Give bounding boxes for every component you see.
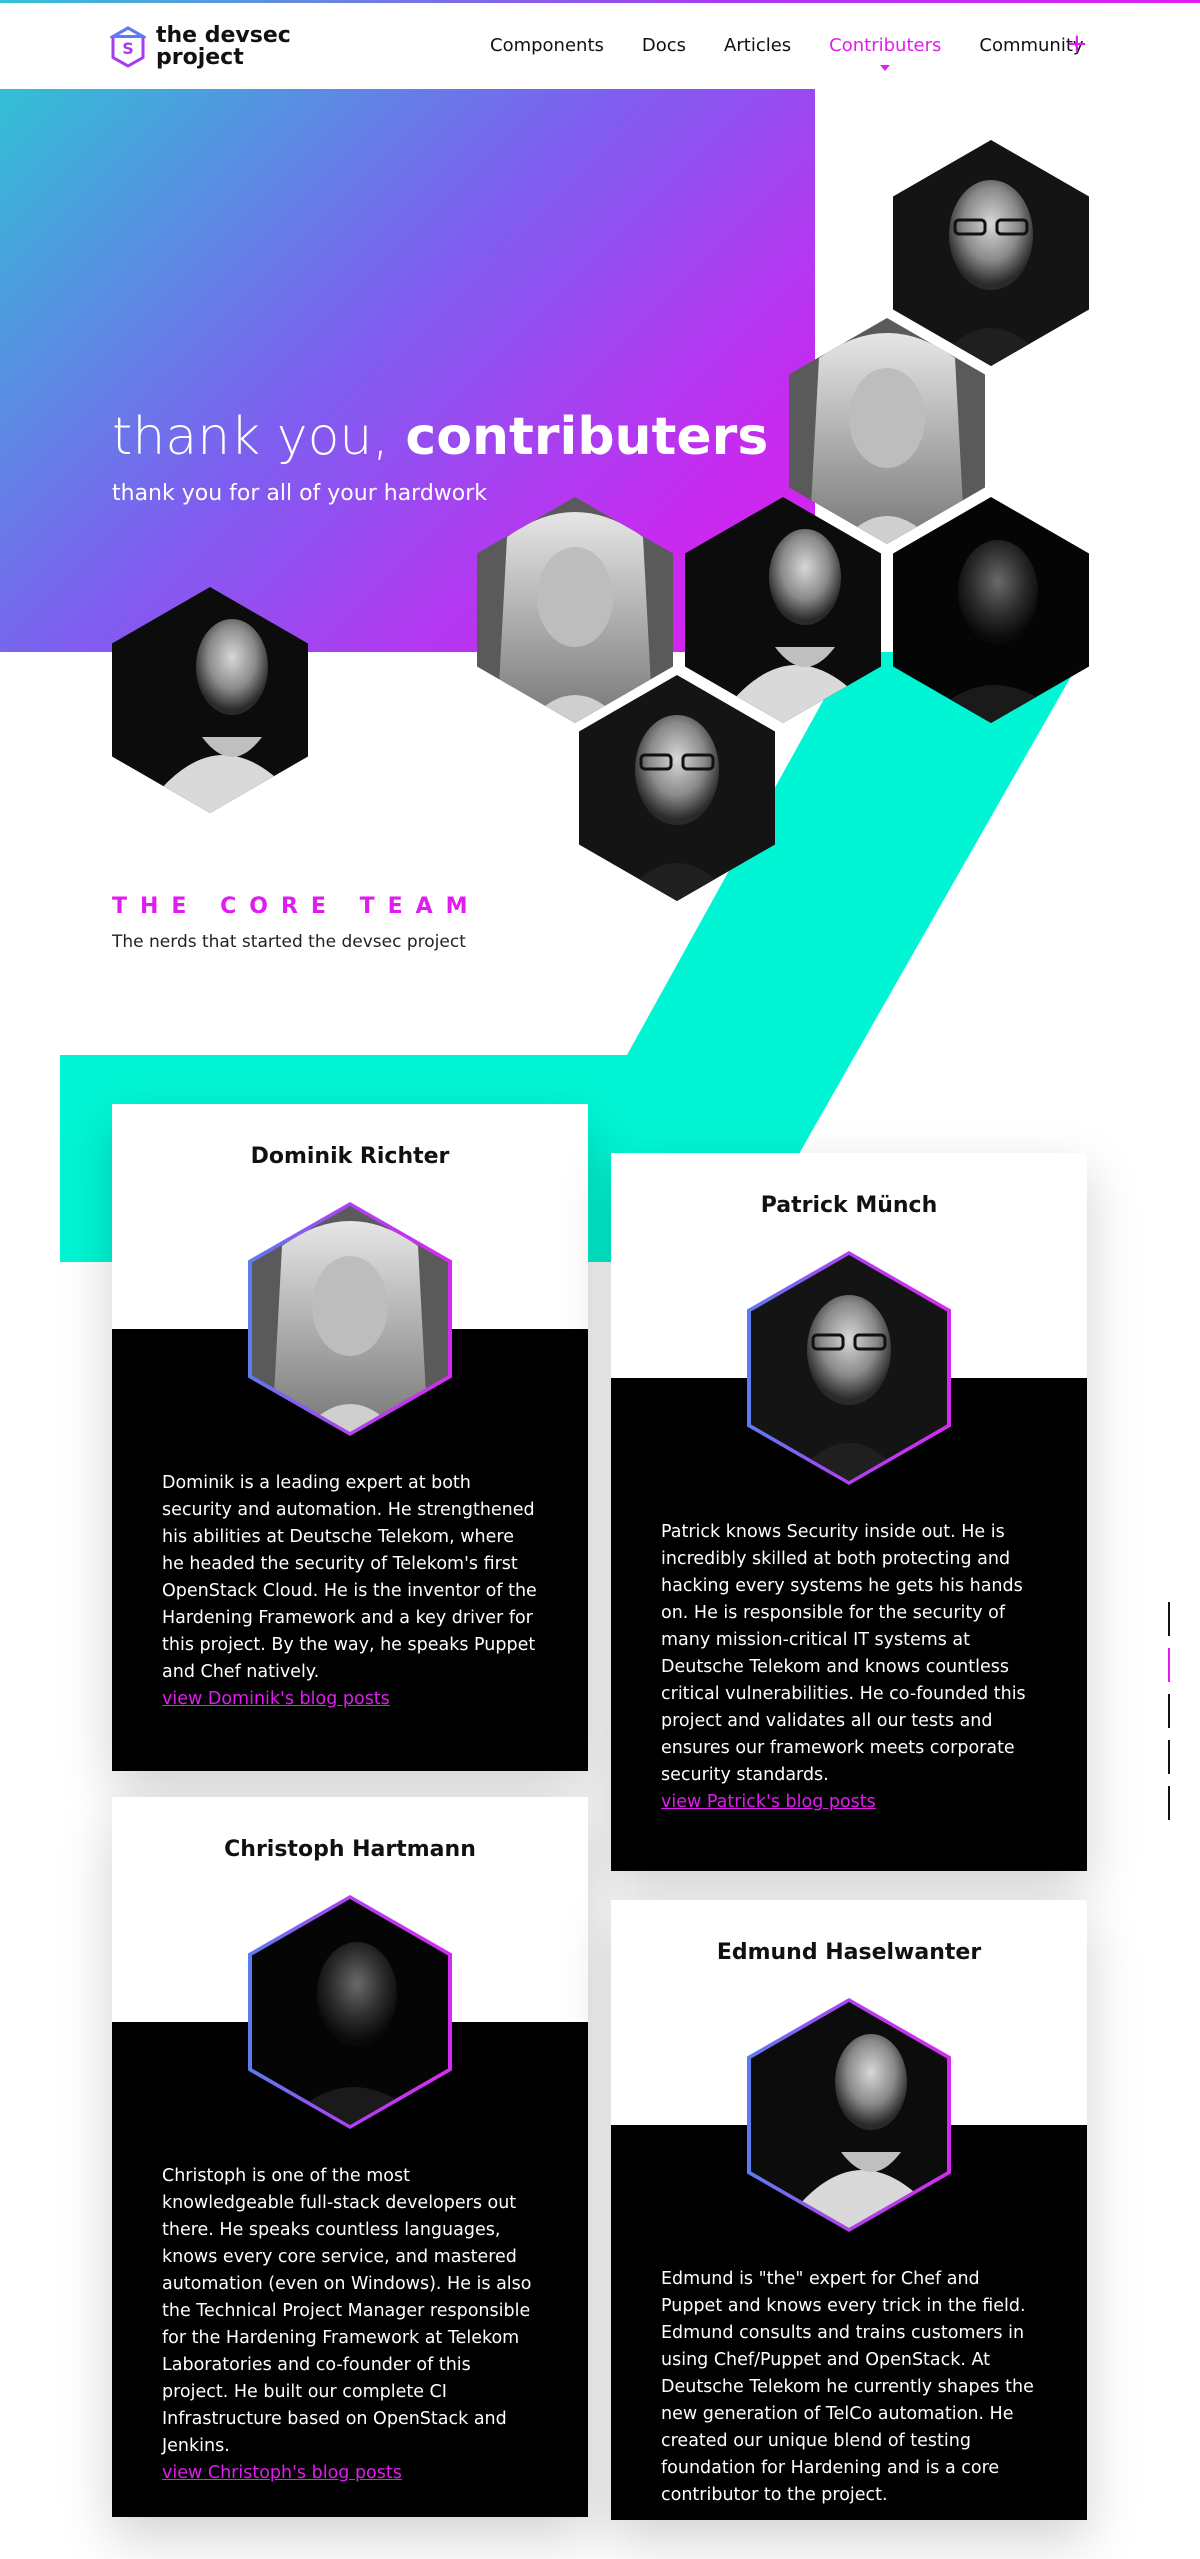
blog-posts-link[interactable]: view Dominik's blog posts bbox=[162, 1686, 538, 1713]
card-name: Dominik Richter bbox=[250, 1144, 450, 1169]
hero-subtitle: thank you for all of your hardwork bbox=[112, 481, 488, 506]
section-subtitle: The nerds that started the devsec projec… bbox=[112, 932, 466, 952]
card-name: Christoph Hartmann bbox=[224, 1837, 476, 1862]
card-bio: Patrick knows Security inside out. He is… bbox=[661, 1522, 1026, 1785]
hero-title: thank you, contributers bbox=[112, 407, 769, 467]
section-indicator-5[interactable] bbox=[1168, 1786, 1170, 1820]
nav-contributers[interactable]: Contributers bbox=[829, 35, 941, 71]
card-name: Patrick Münch bbox=[760, 1193, 938, 1218]
team-card-patrick: Patrick Münch Patrick knows Security ins… bbox=[611, 1153, 1087, 1871]
section-indicator-1[interactable] bbox=[1168, 1602, 1170, 1636]
blog-posts-link[interactable]: view Patrick's blog posts bbox=[661, 1789, 1037, 1816]
team-card-edmund: Edmund Haselwanter Edmund is "the" exper… bbox=[611, 1900, 1087, 2520]
logo-hexagon-icon: S bbox=[110, 26, 146, 68]
main-nav: Components Docs Articles Contributers Co… bbox=[490, 35, 1122, 71]
team-card-christoph: Christoph Hartmann Christoph is one of t… bbox=[112, 1797, 588, 2517]
section-title: THE CORE TEAM bbox=[112, 894, 481, 919]
card-name: Edmund Haselwanter bbox=[716, 1940, 982, 1965]
card-avatar bbox=[248, 1895, 452, 2129]
nav-docs[interactable]: Docs bbox=[642, 35, 686, 56]
card-avatar bbox=[747, 1998, 951, 2232]
card-bio: Edmund is "the" expert for Chef and Pupp… bbox=[661, 2269, 1034, 2505]
nav-components[interactable]: Components bbox=[490, 35, 604, 56]
section-indicator-3[interactable] bbox=[1168, 1694, 1170, 1728]
team-card-dominik: Dominik Richter Dominik is a leading exp… bbox=[112, 1104, 588, 1771]
site-header: S the devsec project Components Docs Art… bbox=[0, 3, 1200, 89]
section-indicator-2[interactable] bbox=[1168, 1648, 1170, 1682]
site-logo[interactable]: S the devsec project bbox=[110, 25, 291, 69]
section-indicator-4[interactable] bbox=[1168, 1740, 1170, 1774]
card-avatar bbox=[248, 1202, 452, 1436]
card-bio: Dominik is a leading expert at both secu… bbox=[162, 1473, 537, 1682]
card-bio: Christoph is one of the most knowledgeab… bbox=[162, 2166, 532, 2456]
card-avatar bbox=[747, 1251, 951, 1485]
blog-posts-link[interactable]: view Christoph's blog posts bbox=[162, 2460, 538, 2487]
nav-articles[interactable]: Articles bbox=[724, 35, 791, 56]
logo-text: the devsec project bbox=[156, 23, 291, 70]
svg-text:S: S bbox=[122, 39, 134, 58]
plus-icon[interactable]: + bbox=[1066, 31, 1088, 57]
